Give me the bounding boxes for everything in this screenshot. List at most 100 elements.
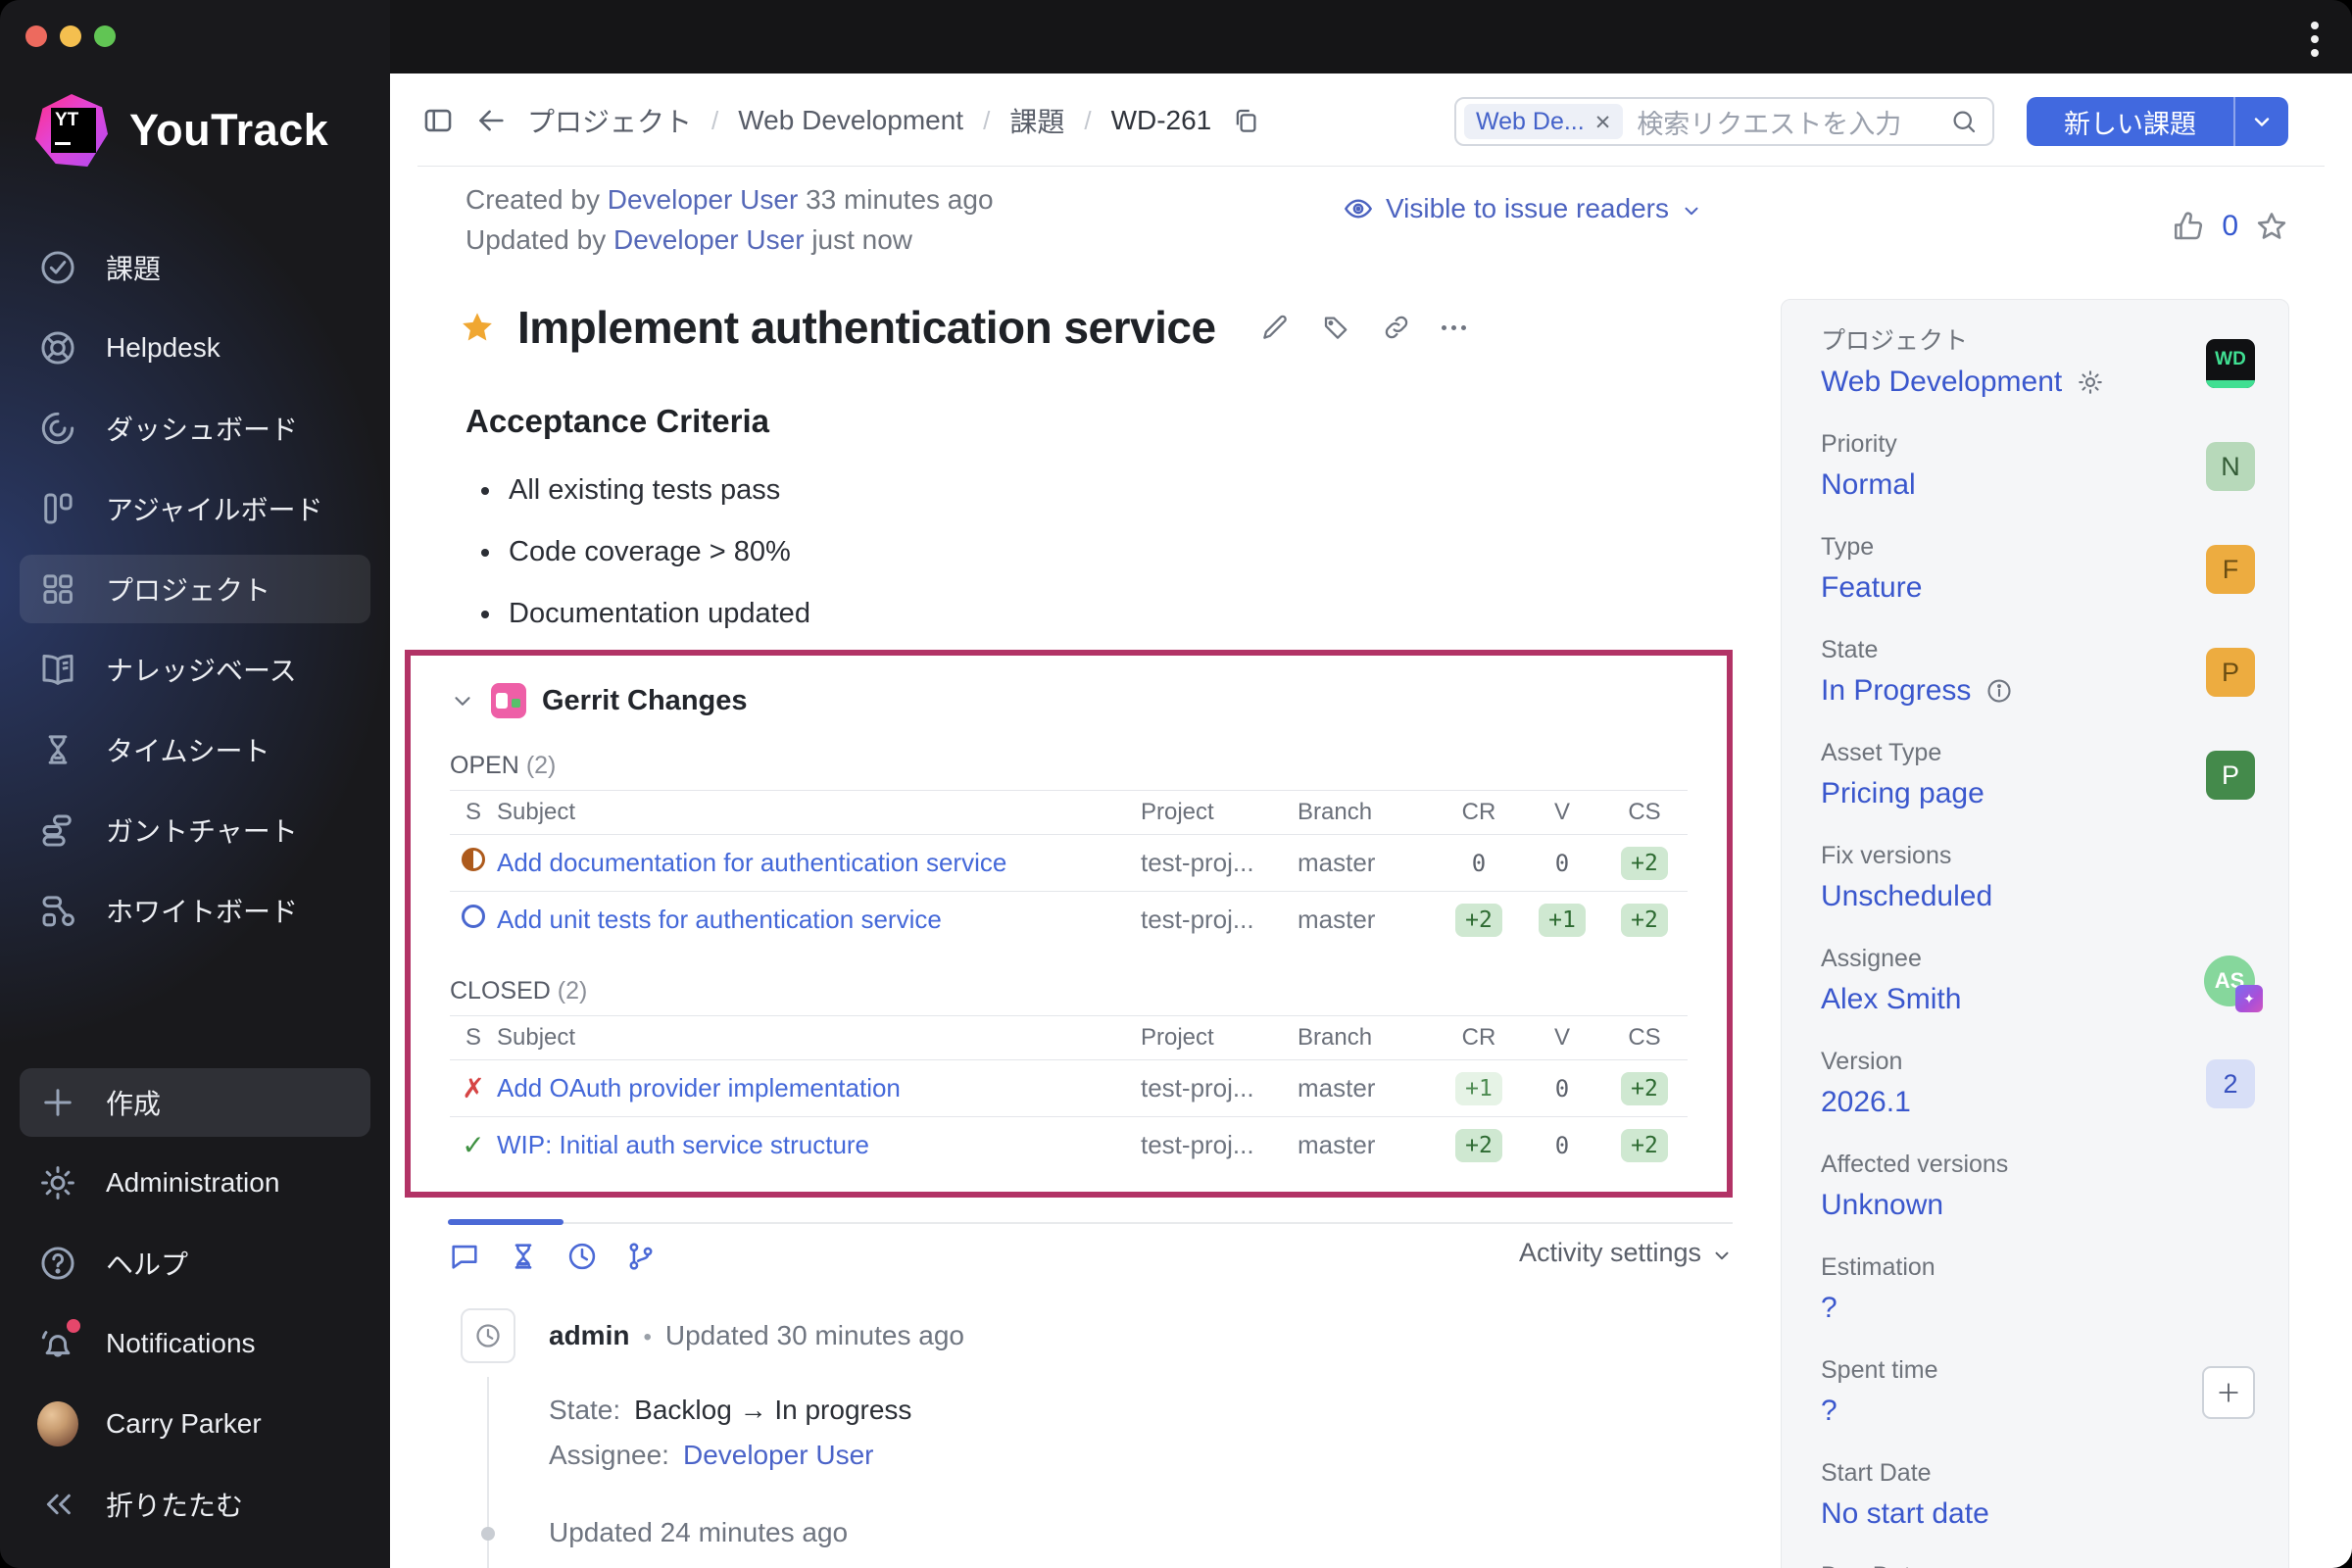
star-outline-icon[interactable]	[2254, 209, 2289, 244]
field-value-link[interactable]: Feature	[1821, 568, 1922, 608]
field-value-link[interactable]: ?	[1821, 1392, 1838, 1431]
edit-pencil-icon[interactable]	[1259, 312, 1291, 343]
gerrit-changes-panel-highlight: Gerrit Changes OPEN (2) S Subject Projec…	[405, 650, 1733, 1198]
version-badge[interactable]: 2	[2206, 1059, 2255, 1108]
helpdesk-icon	[37, 327, 78, 368]
sidebar-item-whiteboards[interactable]: ホワイトボード	[20, 876, 370, 945]
project-avatar[interactable]: WD	[2206, 339, 2255, 388]
likes-count[interactable]: 0	[2222, 210, 2238, 243]
favorite-star-icon[interactable]	[459, 309, 496, 346]
zoom-window-button[interactable]	[94, 25, 116, 47]
change-cr: +2	[1435, 903, 1523, 937]
gerrit-panel-title: Gerrit Changes	[542, 684, 748, 716]
agile-board-icon	[37, 488, 78, 529]
breadcrumb-project[interactable]: Web Development	[738, 105, 963, 136]
thumbs-up-icon[interactable]	[2171, 209, 2206, 244]
assignee-avatar[interactable]: AS ✦	[2204, 956, 2263, 1012]
field-value-link[interactable]: Normal	[1821, 466, 1916, 505]
spent-time-tab-icon[interactable]	[507, 1240, 540, 1273]
assignee-user-link[interactable]: Developer User	[683, 1440, 874, 1470]
field-value-link[interactable]: ?	[1821, 1289, 1838, 1328]
minimize-window-button[interactable]	[60, 25, 81, 47]
field-value-link[interactable]: 2026.1	[1821, 1083, 1911, 1122]
new-issue-dropdown[interactable]	[2235, 97, 2288, 146]
field-value-link[interactable]: Unscheduled	[1821, 877, 1992, 916]
visibility-control[interactable]: Visible to issue readers	[1343, 193, 1702, 224]
field-value-link[interactable]: In Progress	[1821, 671, 1971, 710]
search-input[interactable]: Web De... 検索リクエストを入力	[1454, 97, 1994, 146]
vcs-tab-icon[interactable]	[624, 1240, 658, 1273]
collapse-sidebar-button[interactable]: 折りたたむ	[20, 1470, 370, 1539]
sidebar-item-issues[interactable]: 課題	[20, 233, 370, 302]
field-value-link[interactable]: No start date	[1821, 1494, 1989, 1534]
breadcrumb: プロジェクト Web Development 課題 WD-261	[421, 74, 1260, 167]
change-subject-link[interactable]: WIP: Initial auth service structure	[497, 1130, 1141, 1160]
sidebar-item-timesheets[interactable]: タイムシート	[20, 715, 370, 784]
change-subject-link[interactable]: Add OAuth provider implementation	[497, 1073, 1141, 1103]
gear-icon[interactable]	[2076, 368, 2105, 397]
field-label: Spent time	[1821, 1356, 1938, 1384]
separator-dot	[643, 1320, 651, 1351]
sidebar-item-notifications[interactable]: Notifications	[20, 1309, 370, 1378]
chevron-down-icon[interactable]	[450, 688, 475, 713]
created-user-link[interactable]: Developer User	[608, 184, 799, 215]
create-button[interactable]: 作成	[20, 1068, 370, 1137]
help-icon	[37, 1243, 78, 1284]
sidebar-item-dashboards[interactable]: ダッシュボード	[20, 394, 370, 463]
history-tab-icon[interactable]	[565, 1240, 599, 1273]
activity-stream: admin Updated 30 minutes ago State:Backl…	[461, 1303, 1735, 1568]
tag-icon[interactable]	[1320, 312, 1351, 343]
sidebar-item-administration[interactable]: Administration	[20, 1149, 370, 1217]
priority-badge[interactable]: N	[2206, 442, 2255, 491]
info-icon[interactable]	[1984, 676, 2014, 706]
breadcrumb-issues[interactable]: 課題	[1009, 101, 1064, 140]
field-label: Fix versions	[1821, 842, 1952, 869]
state-badge[interactable]: P	[2206, 648, 2255, 697]
change-cs: +2	[1601, 846, 1688, 880]
change-subject-link[interactable]: Add unit tests for authentication servic…	[497, 905, 1141, 935]
breadcrumb-projects[interactable]: プロジェクト	[527, 101, 692, 140]
close-icon[interactable]	[1594, 108, 1612, 136]
back-arrow-icon[interactable]	[474, 104, 508, 137]
field-value-link[interactable]: Web Development	[1821, 363, 2062, 402]
type-badge[interactable]: F	[2206, 545, 2255, 594]
sidebar-item-agile-boards[interactable]: アジャイルボード	[20, 474, 370, 543]
user-menu[interactable]: Carry Parker	[20, 1390, 370, 1458]
logo-text: YouTrack	[129, 105, 329, 155]
field-value-link[interactable]: Pricing page	[1821, 774, 1984, 813]
window-menu-icon[interactable]	[2311, 22, 2319, 57]
breadcrumb-issue-id[interactable]: WD-261	[1111, 105, 1212, 136]
visibility-label: Visible to issue readers	[1386, 193, 1669, 223]
gerrit-app-icon	[491, 683, 526, 718]
sidebar-item-knowledge-base[interactable]: ナレッジベース	[20, 635, 370, 704]
search-filter-chip[interactable]: Web De...	[1464, 104, 1624, 139]
change-v: 0	[1554, 1131, 1570, 1159]
field-value-link[interactable]: Unknown	[1821, 1186, 1943, 1225]
sidebar-item-help[interactable]: ヘルプ	[20, 1229, 370, 1298]
asset-type-badge[interactable]: P	[2206, 751, 2255, 800]
gerrit-panel-header[interactable]: Gerrit Changes	[450, 683, 1688, 718]
change-v: +1	[1523, 903, 1601, 937]
collapse-panel-icon[interactable]	[421, 104, 455, 137]
change-subject-link[interactable]: Add documentation for authentication ser…	[497, 848, 1141, 878]
change-status-in-progress-icon	[450, 848, 497, 878]
add-spent-time-button[interactable]	[2202, 1366, 2255, 1419]
comments-tab-icon[interactable]	[448, 1240, 481, 1273]
field-value-link[interactable]: Alex Smith	[1821, 980, 1961, 1019]
activity-settings-label: Activity settings	[1518, 1238, 1701, 1267]
activity-settings[interactable]: Activity settings	[1519, 1238, 1733, 1268]
link-icon[interactable]	[1381, 312, 1412, 343]
sidebar-item-helpdesk[interactable]: Helpdesk	[20, 314, 370, 382]
sidebar-item-gantt-charts[interactable]: ガントチャート	[20, 796, 370, 864]
activity-author-link[interactable]: admin	[549, 1320, 629, 1351]
youtrack-logo[interactable]: YT YouTrack	[35, 94, 328, 167]
more-actions-icon[interactable]	[1441, 312, 1466, 343]
change-project: test-proj...	[1141, 848, 1254, 877]
close-window-button[interactable]	[25, 25, 47, 47]
new-issue-button[interactable]: 新しい課題	[2027, 97, 2288, 146]
updated-user-link[interactable]: Developer User	[613, 224, 805, 255]
field-label: Assignee	[1821, 945, 1922, 972]
sidebar-item-label: Helpdesk	[106, 332, 220, 363]
copy-icon[interactable]	[1231, 106, 1260, 135]
sidebar-item-projects[interactable]: プロジェクト	[20, 555, 370, 623]
